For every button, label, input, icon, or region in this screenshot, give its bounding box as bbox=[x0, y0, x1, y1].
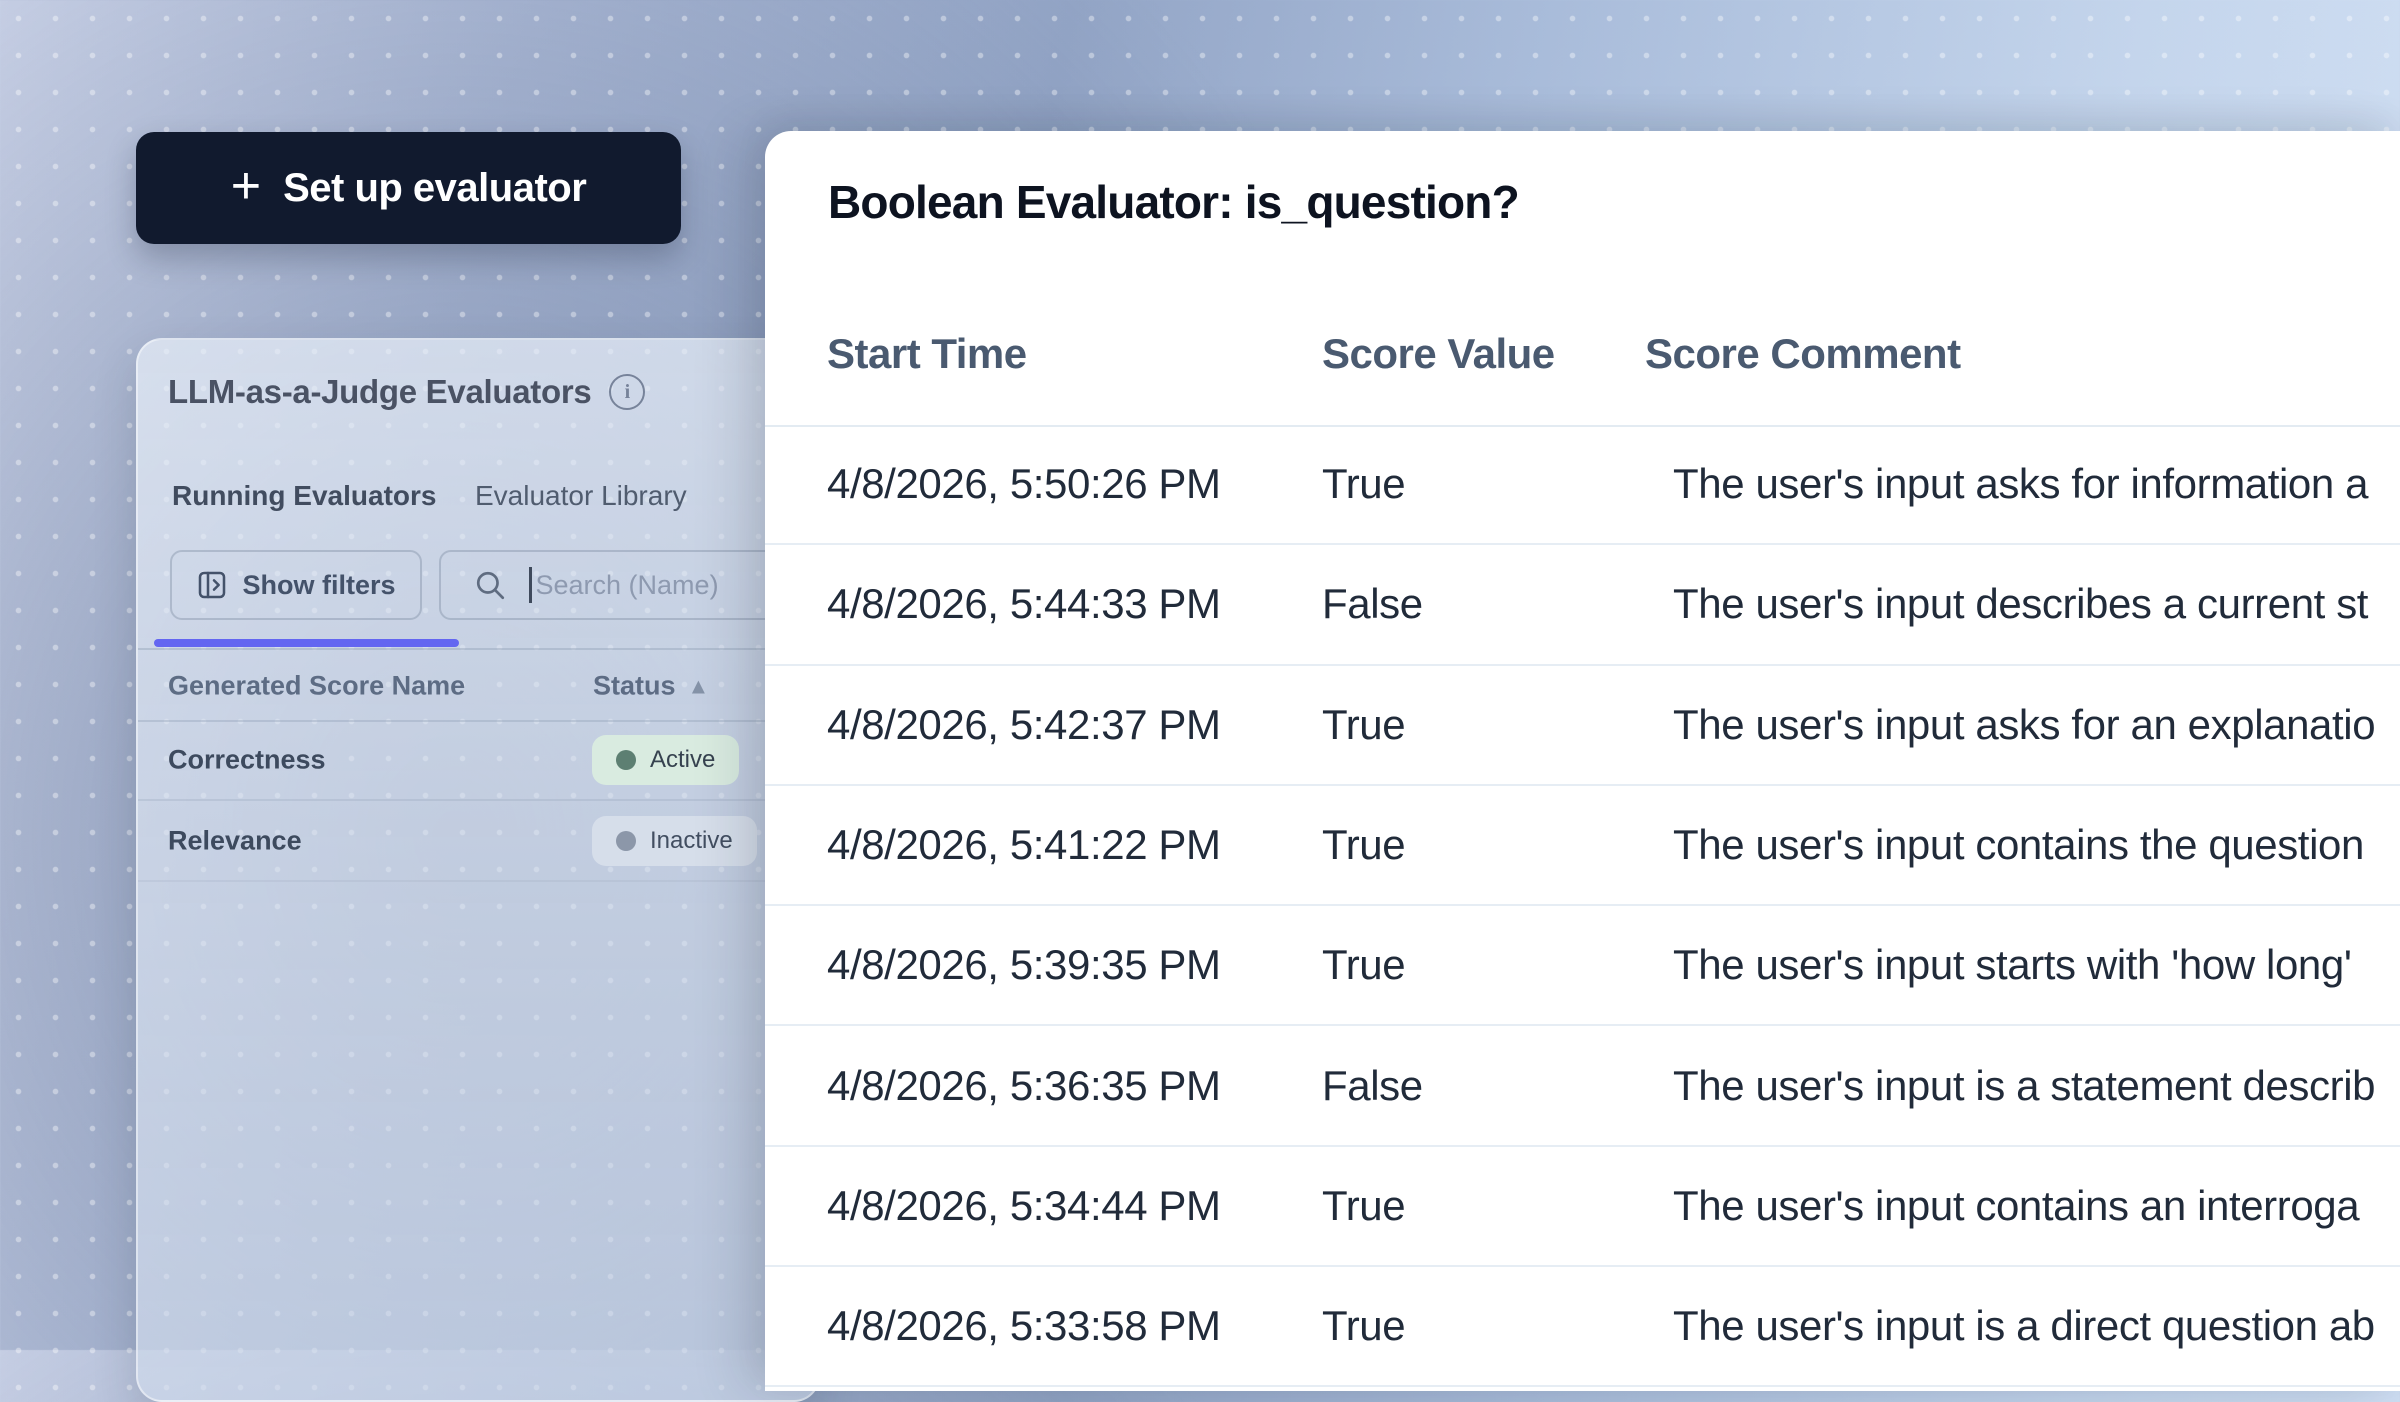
filters-row: Show filters bbox=[138, 550, 818, 620]
sort-asc-icon: ▲ bbox=[687, 673, 710, 698]
score-comment-cell: The user's input is a direct question ab bbox=[1673, 1302, 2375, 1350]
score-comment-cell: The user's input asks for an explanatio bbox=[1673, 700, 2376, 748]
table-row[interactable]: 4/8/2026, 5:39:35 PM True The user's inp… bbox=[765, 906, 2400, 1027]
evaluators-tabs: Running Evaluators Evaluator Library bbox=[138, 480, 818, 650]
score-name: Relevance bbox=[168, 825, 302, 855]
page-title: Boolean Evaluator: is_question? bbox=[828, 176, 1520, 228]
status-label: Inactive bbox=[650, 826, 733, 854]
scores-table-header: Start Time Score Value Score Comment bbox=[765, 283, 2400, 427]
status-badge: Active bbox=[592, 734, 740, 785]
score-comment-cell: The user's input is a statement describ bbox=[1673, 1061, 2376, 1109]
score-value-cell: True bbox=[1322, 700, 1406, 748]
table-row[interactable]: 4/8/2026, 5:42:37 PM True The user's inp… bbox=[765, 666, 2400, 786]
show-filters-button[interactable]: Show filters bbox=[170, 550, 422, 620]
search-box[interactable] bbox=[439, 550, 818, 620]
column-score-comment[interactable]: Score Comment bbox=[1645, 330, 1961, 378]
start-time-cell: 4/8/2026, 5:34:44 PM bbox=[827, 1181, 1221, 1229]
set-up-evaluator-button[interactable]: + Set up evaluator bbox=[136, 132, 681, 244]
start-time-cell: 4/8/2026, 5:42:37 PM bbox=[827, 700, 1221, 748]
score-comment-cell: The user's input contains an interroga bbox=[1673, 1181, 2360, 1229]
column-score-value[interactable]: Score Value bbox=[1322, 330, 1555, 378]
score-value-cell: False bbox=[1322, 580, 1423, 628]
start-time-cell: 4/8/2026, 5:50:26 PM bbox=[827, 460, 1221, 508]
column-generated-score-name[interactable]: Generated Score Name bbox=[168, 671, 465, 702]
column-status[interactable]: Status ▲ bbox=[593, 671, 709, 702]
show-filters-label: Show filters bbox=[242, 569, 396, 600]
table-row[interactable]: 4/8/2026, 5:36:35 PM False The user's in… bbox=[765, 1026, 2400, 1147]
table-row[interactable]: 4/8/2026, 5:33:58 PM True The user's inp… bbox=[765, 1267, 2400, 1388]
table-row[interactable]: Correctness Active bbox=[138, 720, 818, 801]
table-row[interactable]: 4/8/2026, 5:34:44 PM True The user's inp… bbox=[765, 1147, 2400, 1268]
score-value-cell: False bbox=[1322, 1061, 1423, 1109]
score-comment-cell: The user's input starts with 'how long' bbox=[1673, 941, 2352, 989]
start-time-cell: 4/8/2026, 5:44:33 PM bbox=[827, 580, 1221, 628]
score-value-cell: True bbox=[1322, 941, 1406, 989]
score-comment-cell: The user's input describes a current st bbox=[1673, 580, 2369, 628]
panel-left-open-icon bbox=[196, 569, 228, 601]
status-dot-icon bbox=[616, 830, 636, 851]
score-comment-cell: The user's input contains the question bbox=[1673, 821, 2364, 869]
plus-icon: + bbox=[230, 157, 262, 215]
status-badge: Inactive bbox=[592, 815, 757, 866]
status-label: Active bbox=[650, 745, 716, 773]
start-time-cell: 4/8/2026, 5:36:35 PM bbox=[827, 1061, 1221, 1109]
evaluators-table-header: Generated Score Name Status ▲ bbox=[138, 652, 818, 722]
table-row[interactable]: 4/8/2026, 5:44:33 PM False The user's in… bbox=[765, 545, 2400, 666]
evaluators-card-header: LLM-as-a-Judge Evaluators i bbox=[168, 370, 798, 414]
tab-evaluator-library[interactable]: Evaluator Library bbox=[475, 480, 687, 512]
set-up-evaluator-label: Set up evaluator bbox=[283, 165, 587, 210]
tab-running-evaluators[interactable]: Running Evaluators bbox=[172, 480, 436, 512]
evaluators-card: LLM-as-a-Judge Evaluators i Running Eval… bbox=[136, 338, 820, 1402]
column-status-label: Status bbox=[593, 670, 676, 701]
column-start-time[interactable]: Start Time bbox=[827, 330, 1027, 378]
active-tab-underline bbox=[154, 639, 459, 647]
start-time-cell: 4/8/2026, 5:33:58 PM bbox=[827, 1302, 1221, 1350]
info-icon[interactable]: i bbox=[609, 374, 646, 410]
start-time-cell: 4/8/2026, 5:39:35 PM bbox=[827, 941, 1221, 989]
score-name: Correctness bbox=[168, 744, 326, 774]
tabs-divider bbox=[138, 648, 818, 650]
scores-table-body: 4/8/2026, 5:50:26 PM True The user's inp… bbox=[765, 425, 2400, 1388]
table-row[interactable]: 4/8/2026, 5:41:22 PM True The user's inp… bbox=[765, 786, 2400, 907]
table-row[interactable]: 4/8/2026, 5:50:26 PM True The user's inp… bbox=[765, 425, 2400, 546]
search-icon bbox=[476, 571, 505, 600]
status-dot-icon bbox=[616, 749, 636, 770]
score-value-cell: True bbox=[1322, 821, 1406, 869]
evaluators-card-title: LLM-as-a-Judge Evaluators bbox=[168, 373, 592, 410]
score-value-cell: True bbox=[1322, 1181, 1406, 1229]
table-row[interactable]: Relevance Inactive bbox=[138, 801, 818, 882]
score-value-cell: True bbox=[1322, 460, 1406, 508]
start-time-cell: 4/8/2026, 5:41:22 PM bbox=[827, 821, 1221, 869]
score-comment-cell: The user's input asks for information a bbox=[1673, 460, 2369, 508]
evaluator-detail-panel: Boolean Evaluator: is_question? Start Ti… bbox=[765, 131, 2400, 1391]
score-value-cell: True bbox=[1322, 1302, 1406, 1350]
